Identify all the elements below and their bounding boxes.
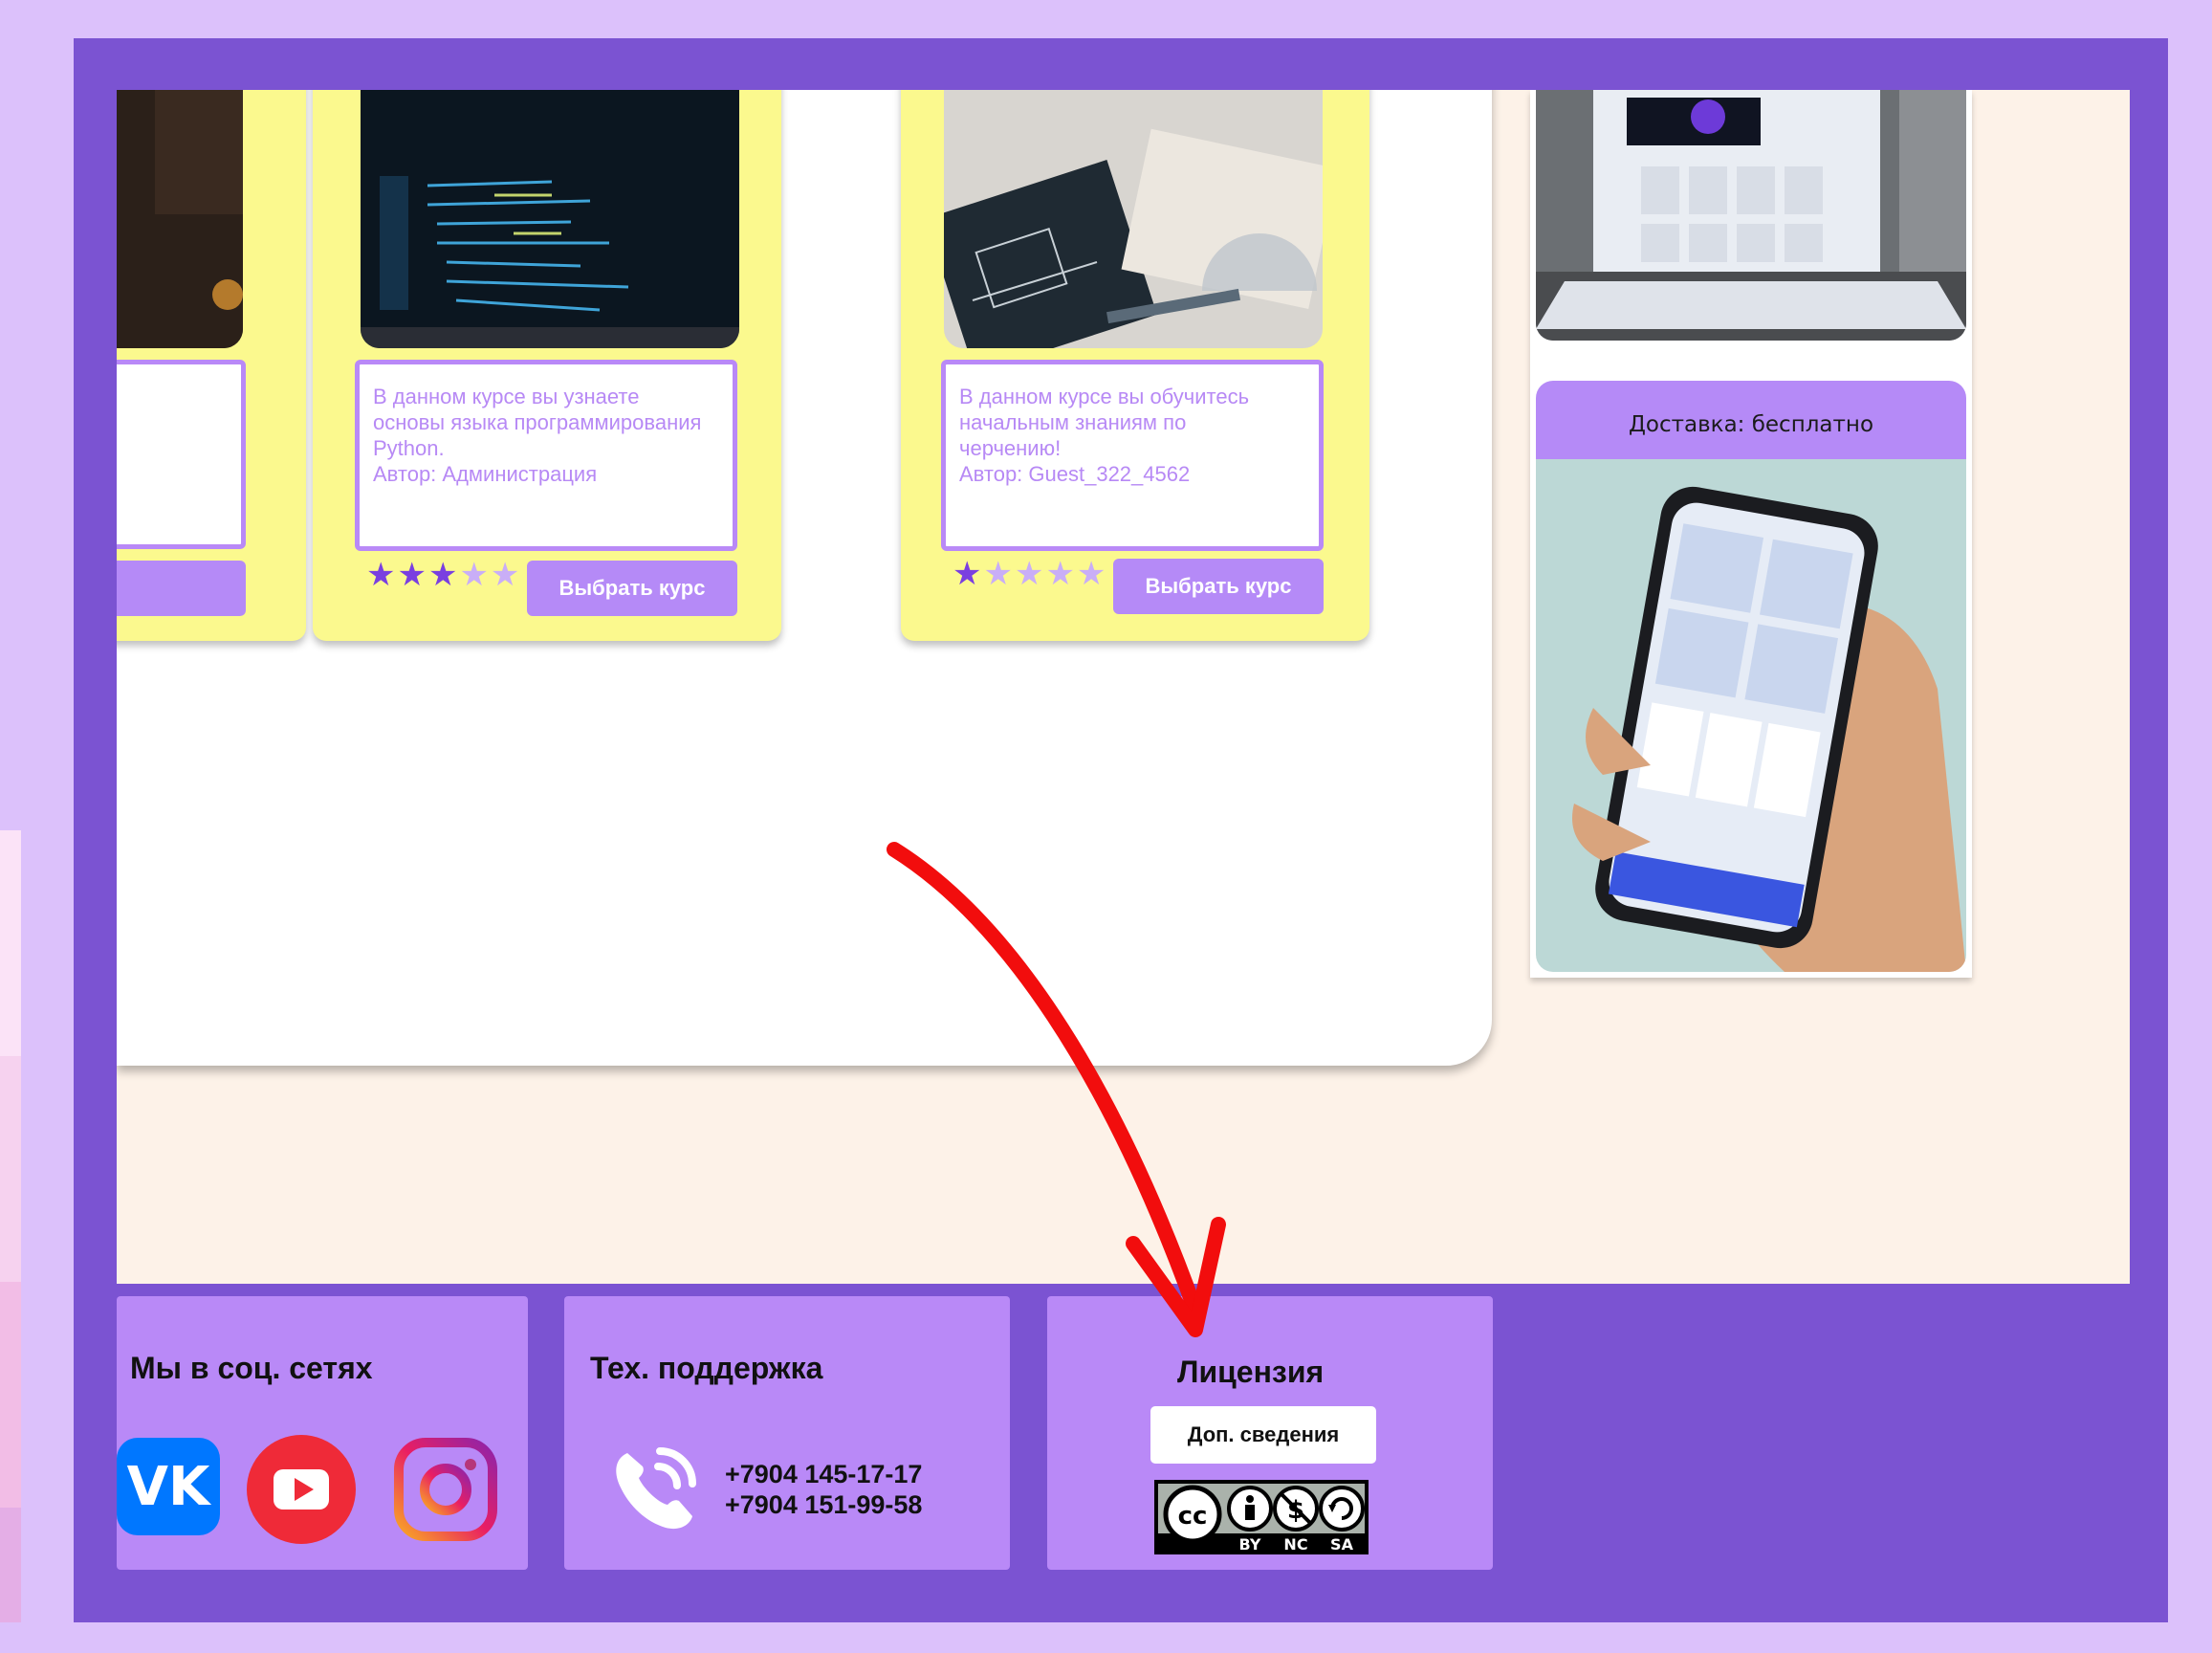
phone-icon: [616, 1447, 696, 1530]
instagram-icon[interactable]: [394, 1438, 497, 1541]
cc-label: cc: [1178, 1502, 1208, 1531]
support-title: Тех. поддержка: [590, 1351, 823, 1385]
course-card: В данном курсе вы узнаете основы языка п…: [313, 90, 781, 641]
license-footer-card: Лицензия Доп. сведения cc $ BY NC SA: [1047, 1296, 1493, 1570]
course-image: [361, 90, 739, 348]
edge-strip: [0, 830, 21, 1056]
license-title: Лицензия: [1177, 1355, 1325, 1389]
select-course-button[interactable]: Выбрать курс: [1113, 559, 1324, 614]
vk-icon[interactable]: VK: [117, 1438, 220, 1535]
cc-sa-label: SA: [1330, 1535, 1354, 1554]
promo-sidebar: Доставка: бесплатно: [1530, 90, 1972, 978]
courses-panel: В данном курсе вы узнаете основы языка п…: [117, 90, 1492, 1066]
star-icon: ★: [953, 556, 984, 592]
social-title: Мы в соц. сетях: [130, 1351, 373, 1385]
star-icon: ★★: [459, 557, 522, 593]
course-card: В данном курсе вы обучитесь начальным зн…: [901, 90, 1369, 641]
laptop-promo-image: [1536, 90, 1966, 341]
youtube-icon[interactable]: [247, 1435, 356, 1544]
more-info-button[interactable]: Доп. сведения: [1150, 1406, 1376, 1464]
support-footer-card: Тех. поддержка +7904 145-17-17 +7904 151…: [564, 1296, 1010, 1570]
cc-nc-label: NC: [1283, 1535, 1307, 1554]
star-icon: ★★★★: [983, 556, 1108, 592]
course-image: [944, 90, 1323, 348]
course-rating: ★★★★★: [366, 556, 521, 594]
select-course-button[interactable]: Выбрать курс: [527, 561, 737, 616]
course-image: [117, 90, 243, 348]
course-description: [117, 360, 246, 549]
cc-by-label: BY: [1239, 1535, 1261, 1554]
course-photo: [944, 90, 1323, 348]
edge-strip: [0, 1508, 21, 1622]
star-icon: ★★★: [366, 557, 460, 593]
course-description: В данном курсе вы узнаете основы языка п…: [355, 360, 737, 551]
svg-text:VK: VK: [127, 1456, 212, 1518]
course-rating: ★★★★★: [953, 555, 1107, 593]
phone-hand-image: [1536, 459, 1966, 972]
course-photo: [361, 90, 739, 348]
phone-promo-image: [1536, 459, 1966, 972]
course-photo: [117, 90, 243, 348]
laptop-image: [1536, 90, 1966, 341]
main-content: В данном курсе вы узнаете основы языка п…: [117, 90, 2130, 1284]
support-phone[interactable]: +7904 145-17-17: [725, 1459, 922, 1490]
edge-strip: [0, 1282, 21, 1508]
select-course-button[interactable]: [117, 561, 246, 616]
support-phone[interactable]: +7904 151-99-58: [725, 1489, 922, 1521]
cc-license-icon[interactable]: cc $ BY NC SA: [1154, 1480, 1369, 1554]
edge-strip: [0, 1056, 21, 1282]
course-description: В данном курсе вы обучитесь начальным зн…: [941, 360, 1324, 551]
social-footer-card: Мы в соц. сетях VK: [117, 1296, 528, 1570]
delivery-label: Доставка: бесплатно: [1536, 381, 1966, 459]
course-card: [117, 90, 306, 641]
